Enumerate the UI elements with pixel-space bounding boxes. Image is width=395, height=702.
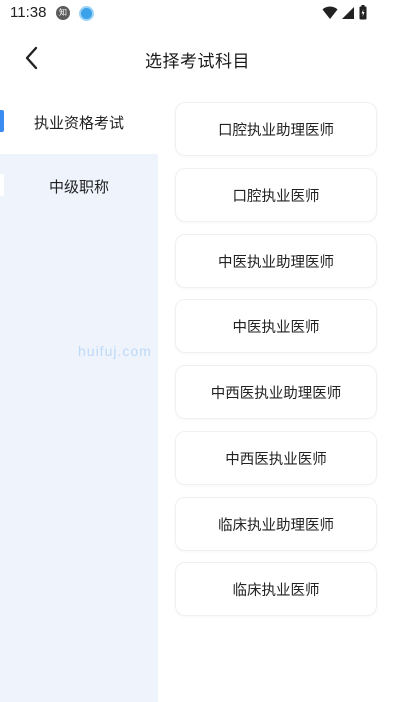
active-indicator xyxy=(0,110,4,132)
watermark: huifuj.com xyxy=(78,343,152,359)
header: 选择考试科目 xyxy=(0,28,395,90)
subject-list: 口腔执业助理医师 口腔执业医师 中医执业助理医师 中医执业医师 中西医执业助理医… xyxy=(158,90,395,702)
sidebar-item-label: 执业资格考试 xyxy=(33,113,124,132)
subject-card[interactable]: 中西医执业助理医师 xyxy=(175,365,377,419)
subject-card[interactable]: 中医执业助理医师 xyxy=(175,234,377,288)
battery-icon xyxy=(359,5,367,20)
subject-card[interactable]: 临床执业医师 xyxy=(175,562,377,616)
subject-card[interactable]: 口腔执业医师 xyxy=(175,168,377,222)
sidebar: 执业资格考试 中级职称 xyxy=(0,90,158,702)
signal-icon xyxy=(342,6,354,19)
system-icons xyxy=(322,5,367,20)
subject-card[interactable]: 口腔执业助理医师 xyxy=(175,102,377,156)
inactive-indicator xyxy=(0,174,4,196)
page-title: 选择考试科目 xyxy=(145,52,250,72)
subject-card[interactable]: 中西医执业医师 xyxy=(175,431,377,485)
status-time: 11:38 xyxy=(10,4,47,21)
subject-card[interactable]: 中医执业医师 xyxy=(175,299,377,353)
zhihu-notification-icon: 知 xyxy=(56,6,70,20)
status-bar: 11:38 知 xyxy=(0,0,395,28)
app-notification-icon xyxy=(79,6,94,21)
sidebar-item-label: 中级职称 xyxy=(48,177,109,196)
screen: 11:38 知 选择考试科目 执业资格考试 中级职称 huifuj.com 口腔… xyxy=(0,0,395,702)
sidebar-item-intermediate-title[interactable]: 中级职称 xyxy=(0,154,158,218)
sidebar-item-qualification-exam[interactable]: 执业资格考试 xyxy=(0,90,158,154)
wifi-icon xyxy=(322,6,338,19)
subject-card[interactable]: 临床执业助理医师 xyxy=(175,497,377,551)
